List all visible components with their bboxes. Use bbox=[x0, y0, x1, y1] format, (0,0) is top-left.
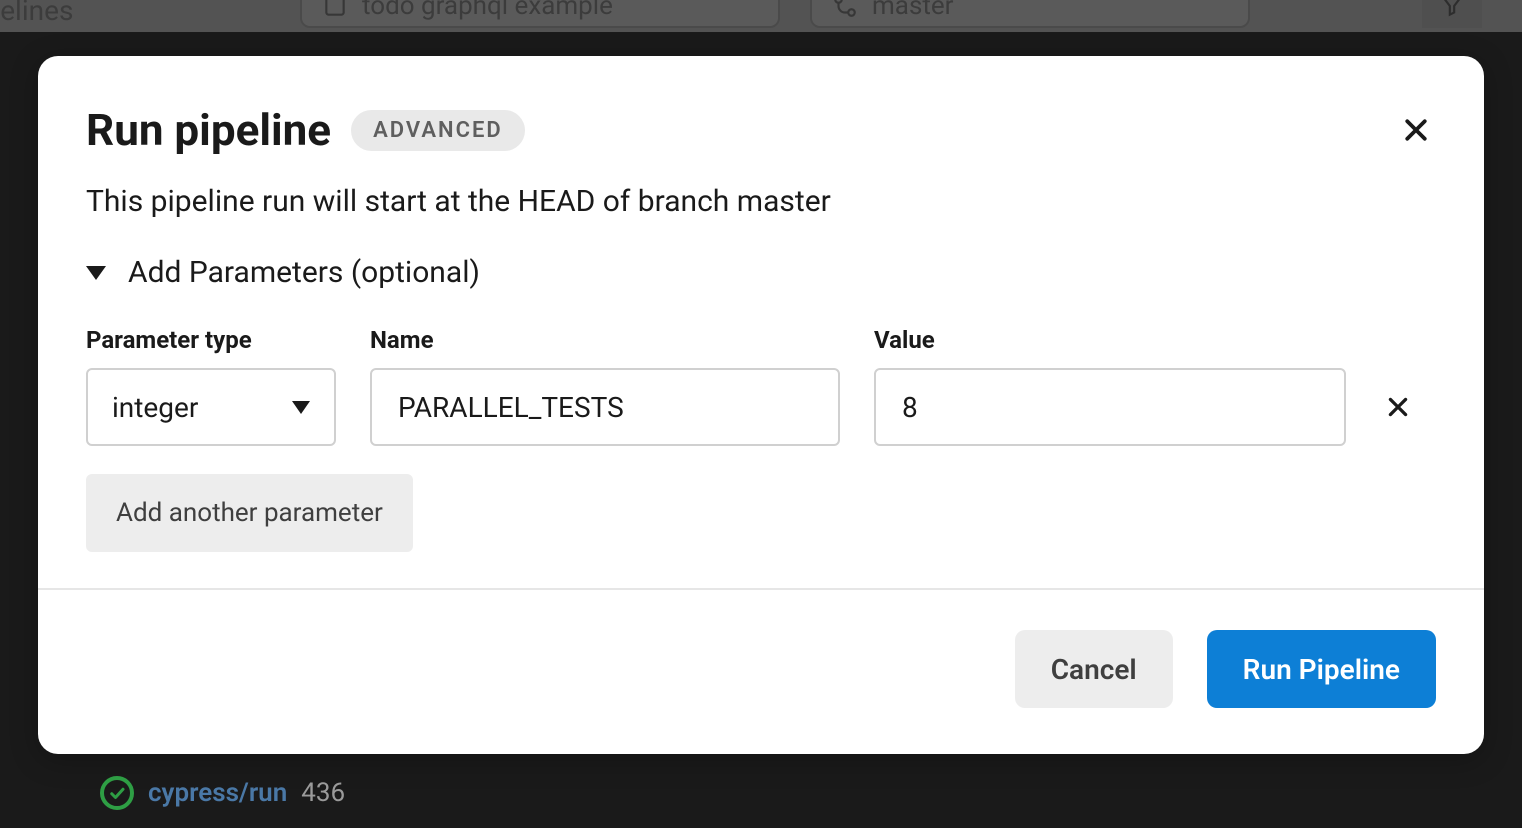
parameter-type-select[interactable]: integer bbox=[86, 368, 336, 446]
advanced-badge: ADVANCED bbox=[351, 110, 525, 151]
status-success-icon bbox=[100, 776, 134, 810]
run-pipeline-button[interactable]: Run Pipeline bbox=[1207, 630, 1436, 708]
add-parameter-button[interactable]: Add another parameter bbox=[86, 474, 413, 552]
parameter-value-input[interactable] bbox=[874, 368, 1346, 446]
parameter-row: integer bbox=[86, 368, 1436, 446]
cancel-button[interactable]: Cancel bbox=[1015, 630, 1173, 708]
parameter-name-input[interactable] bbox=[370, 368, 840, 446]
parameters-toggle[interactable]: Add Parameters (optional) bbox=[86, 255, 1436, 290]
close-icon bbox=[1385, 394, 1411, 420]
column-label-name: Name bbox=[370, 326, 840, 354]
column-label-value: Value bbox=[874, 326, 1346, 354]
run-pipeline-modal: Run pipeline ADVANCED This pipeline run … bbox=[38, 56, 1484, 754]
chevron-down-icon bbox=[292, 401, 310, 414]
remove-parameter-button[interactable] bbox=[1380, 389, 1416, 425]
parameters-toggle-label: Add Parameters (optional) bbox=[128, 255, 480, 290]
modal-subtitle: This pipeline run will start at the HEAD… bbox=[86, 184, 1436, 219]
close-icon bbox=[1401, 115, 1431, 145]
background-list-row: cypress/run 436 bbox=[100, 776, 345, 810]
close-button[interactable] bbox=[1396, 110, 1436, 150]
modal-title: Run pipeline bbox=[86, 104, 331, 156]
parameter-type-value: integer bbox=[112, 391, 198, 424]
modal-footer: Cancel Run Pipeline bbox=[38, 588, 1484, 754]
chevron-down-icon bbox=[86, 266, 106, 280]
job-link[interactable]: cypress/run bbox=[148, 778, 287, 808]
job-number: 436 bbox=[301, 778, 345, 808]
parameter-columns-header: Parameter type Name Value bbox=[86, 326, 1436, 354]
column-label-type: Parameter type bbox=[86, 326, 336, 354]
